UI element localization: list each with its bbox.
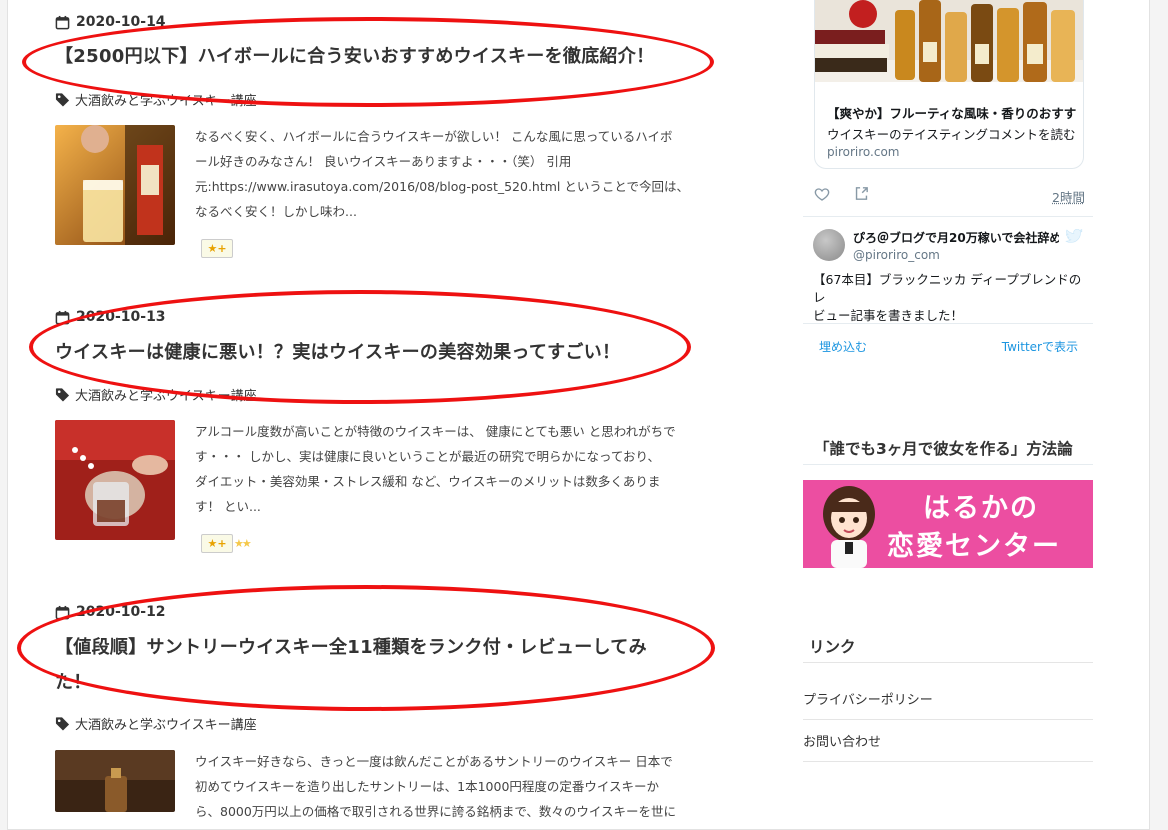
- share-icon[interactable]: [853, 185, 870, 202]
- excerpt-line: なるべく安く、ハイボールに合うウイスキーが欲しい！ こんな風に思っているハイボ: [195, 129, 673, 144]
- contact-link[interactable]: お問い合わせ: [803, 731, 881, 750]
- privacy-policy-link[interactable]: プライバシーポリシー: [803, 689, 933, 708]
- hatena-star: ★+: [201, 239, 234, 258]
- category-link[interactable]: 大酒飲みと学ぶウイスキー講座: [55, 714, 257, 733]
- category-link[interactable]: 大酒飲みと学ぶウイスキー講座: [55, 385, 257, 404]
- twitter-bird-icon[interactable]: [1065, 229, 1083, 244]
- post-title-link[interactable]: 【値段順】サントリーウイスキー全11種類をランク付・レビューしてみ た！: [55, 630, 695, 700]
- post-title-link[interactable]: 【2500円以下】ハイボールに合う安いおすすめウイスキーを徹底紹介！: [55, 39, 695, 74]
- tag-icon: [55, 93, 70, 107]
- divider: [803, 323, 1093, 324]
- post-excerpt: なるべく安く、ハイボールに合うウイスキーが欲しい！ こんな風に思っているハイボ …: [195, 124, 700, 224]
- category-label: 大酒飲みと学ぶウイスキー講座: [75, 718, 257, 733]
- post-excerpt: アルコール度数が高いことが特徴のウイスキーは、 健康にとても悪い と思われがちで…: [195, 419, 700, 519]
- divider: [803, 464, 1093, 465]
- post-date-text: 2020-10-14: [76, 14, 166, 30]
- heart-icon[interactable]: [814, 186, 830, 202]
- tweet-text: 【67本目】ブラックニッカ ディープブレンドのレ ビュー記事を書きました！: [813, 271, 1083, 325]
- post-title-link[interactable]: ウイスキーは健康に悪い！？実はウイスキーの美容効果ってすごい！: [55, 335, 695, 370]
- widget-heading: 「誰でも3ヶ月で彼女を作る」方法論: [814, 440, 1073, 458]
- calendar-icon: [55, 605, 70, 619]
- avatar[interactable]: [813, 229, 845, 261]
- post-thumbnail[interactable]: [55, 125, 175, 245]
- banner-title: 恋愛センター: [887, 531, 1061, 562]
- excerpt-line: ダイエット・美容効果・ストレス緩和 など、ウイスキーのメリットは数多くありま: [195, 474, 661, 489]
- post-date-text: 2020-10-12: [76, 604, 166, 620]
- post-thumbnail[interactable]: [55, 750, 175, 812]
- add-star-button[interactable]: ★+: [201, 534, 233, 553]
- divider: [803, 719, 1093, 720]
- banner-character: [823, 486, 875, 568]
- card-image: [815, 0, 1083, 94]
- calendar-icon: [55, 310, 70, 324]
- post-date: 2020-10-14: [55, 12, 166, 32]
- post-title-line: た！: [55, 672, 92, 693]
- tag-icon: [55, 717, 70, 731]
- ad-banner[interactable]: はるかの 恋愛センター: [803, 480, 1093, 568]
- post-date: 2020-10-12: [55, 602, 166, 622]
- divider: [803, 761, 1093, 762]
- widget-heading: リンク: [809, 638, 856, 656]
- excerpt-line: アルコール度数が高いことが特徴のウイスキーは、 健康にとても悪い と思われがちで: [195, 424, 676, 439]
- post-date: 2020-10-13: [55, 307, 166, 327]
- post-title-line: 【2500円以下】ハイボールに合う安いおすすめウイスキーを徹底紹介！: [55, 46, 655, 67]
- excerpt-line: 初めてウイスキーを造り出したサントリーは、1本1000円程度の定番ウイスキーか: [195, 779, 660, 794]
- tag-icon: [55, 388, 70, 402]
- banner-title: はるかの: [923, 493, 1039, 524]
- post-thumbnail[interactable]: [55, 420, 175, 540]
- embed-link[interactable]: 埋め込む: [819, 338, 867, 355]
- card-domain: piroriro.com: [827, 145, 900, 159]
- excerpt-line: 元:https://www.irasutoya.com/2016/08/blog…: [195, 179, 689, 194]
- excerpt-line: す！ とい...: [195, 499, 261, 514]
- post-title-line: 【値段順】サントリーウイスキー全11種類をランク付・レビューしてみ: [55, 637, 647, 658]
- tweet-author-name[interactable]: ぴろ＠ブログで月20万稼いで会社辞めます: [853, 229, 1059, 246]
- tweet-timestamp[interactable]: 2時間: [1052, 187, 1085, 206]
- excerpt-line: ール好きのみなさん！ 良いウイスキーありますよ・・・（笑） 引用: [195, 154, 572, 169]
- card-description: ウイスキーのテイスティングコメントを読むと: [827, 127, 1077, 142]
- post-excerpt: ウイスキー好きなら、きっと一度は飲んだことがあるサントリーのウイスキー 日本で …: [195, 749, 700, 824]
- excerpt-line: す・・・ しかし、実は健康に良いということが最近の研究で明らかになっており、: [195, 449, 660, 464]
- add-star-button[interactable]: ★+: [201, 239, 233, 258]
- tweet-link-card[interactable]: 【爽やか】フルーティな風味・香りのおすすめウイスキー ウイスキーのテイスティング…: [814, 0, 1084, 169]
- tweet-text-line: 【67本目】ブラックニッカ ディープブレンドのレ: [813, 272, 1082, 305]
- divider: [803, 216, 1093, 217]
- excerpt-line: なるべく安く！しかし味わ...: [195, 204, 357, 219]
- divider: [803, 662, 1093, 663]
- category-label: 大酒飲みと学ぶウイスキー講座: [75, 389, 257, 404]
- category-link[interactable]: 大酒飲みと学ぶウイスキー講座: [55, 90, 257, 109]
- star-count: ★★: [234, 537, 252, 550]
- view-on-twitter-link[interactable]: Twitterで表示: [1002, 338, 1078, 355]
- post-title-line: ウイスキーは健康に悪い！？実はウイスキーの美容効果ってすごい！: [55, 342, 621, 363]
- excerpt-line: ウイスキー好きなら、きっと一度は飲んだことがあるサントリーのウイスキー 日本で: [195, 754, 673, 769]
- hatena-star: ★+ ★★: [201, 534, 252, 553]
- tweet-author-handle[interactable]: @piroriro_com: [853, 248, 940, 262]
- card-title: 【爽やか】フルーティな風味・香りのおすすめウイスキー: [827, 106, 1077, 121]
- post-date-text: 2020-10-13: [76, 309, 166, 325]
- tweet-actions: 2時間: [814, 185, 1094, 205]
- calendar-icon: [55, 15, 70, 29]
- category-label: 大酒飲みと学ぶウイスキー講座: [75, 94, 257, 109]
